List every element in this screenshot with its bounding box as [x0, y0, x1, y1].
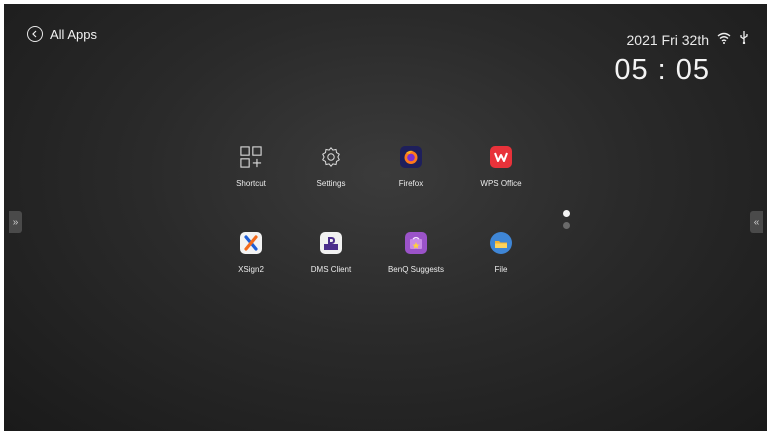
app-shortcut[interactable]: Shortcut [206, 146, 296, 188]
app-label: XSign2 [238, 265, 264, 274]
app-label: File [494, 265, 508, 274]
app-label: Shortcut [236, 179, 266, 188]
firefox-icon [400, 146, 422, 168]
page-dot-active[interactable] [563, 210, 570, 217]
app-settings[interactable]: Settings [286, 146, 376, 188]
app-xsign2[interactable]: XSign2 [206, 232, 296, 274]
xsign-icon [240, 232, 262, 254]
file-icon [490, 232, 512, 254]
page-dot[interactable] [563, 222, 570, 229]
page-indicator [563, 210, 570, 234]
page-title: All Apps [50, 26, 97, 42]
back-button[interactable]: All Apps [27, 26, 97, 42]
double-chevron-left-icon: « [753, 216, 760, 228]
launcher-screen: All Apps 2021 Fri 32th 05 : 05 » « Short… [4, 4, 767, 431]
expand-left-button[interactable]: » [9, 211, 22, 233]
app-label: BenQ Suggests [387, 265, 445, 274]
app-firefox[interactable]: Firefox [366, 146, 456, 188]
expand-right-button[interactable]: « [750, 211, 763, 233]
app-wps-office[interactable]: WPS Office [456, 146, 546, 188]
dms-icon [320, 232, 342, 254]
app-label: Firefox [398, 179, 424, 188]
usb-icon [739, 30, 749, 49]
date-label: 2021 Fri 32th [626, 31, 710, 48]
gear-icon [320, 146, 342, 168]
app-label: WPS Office [480, 179, 522, 188]
wifi-icon [717, 31, 731, 49]
benq-suggests-icon [405, 232, 427, 254]
shortcut-icon [240, 146, 262, 168]
app-label: Settings [316, 179, 346, 188]
app-label: DMS Client [310, 265, 352, 274]
back-arrow-icon [27, 26, 43, 42]
app-benq-suggests[interactable]: BenQ Suggests [371, 232, 461, 274]
status-bar: 2021 Fri 32th [627, 30, 750, 49]
double-chevron-right-icon: » [12, 216, 19, 228]
wps-icon [490, 146, 512, 168]
clock: 05 : 05 [614, 54, 710, 86]
app-dms-client[interactable]: DMS Client [286, 232, 376, 274]
app-file[interactable]: File [456, 232, 546, 274]
